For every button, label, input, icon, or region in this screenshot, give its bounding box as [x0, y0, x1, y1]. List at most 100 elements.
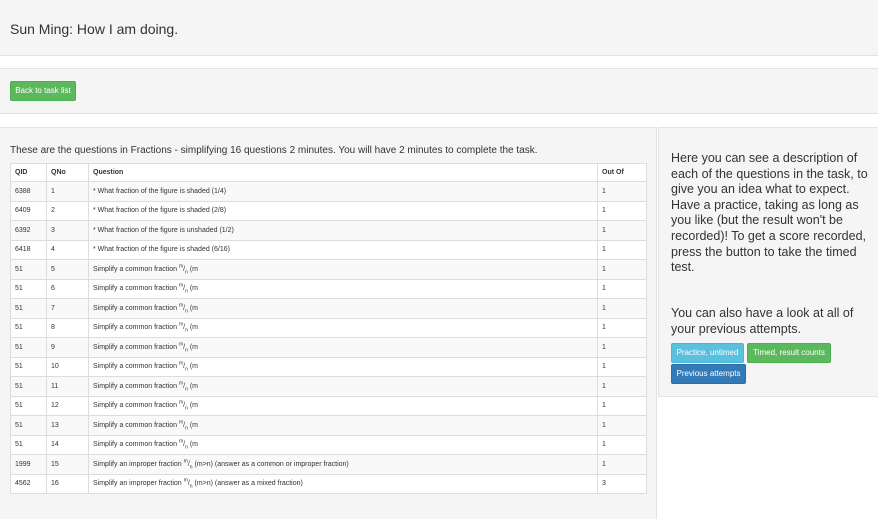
question-suffix: (m — [187, 363, 198, 371]
question-suffix: (m — [187, 421, 198, 429]
cell-qid: 51 — [10, 376, 47, 397]
back-to-task-list-button[interactable]: Back to task list — [10, 81, 76, 101]
cell-out-of: 1 — [597, 278, 647, 299]
cell-qid: 51 — [10, 395, 47, 416]
previous-attempts-button[interactable]: Previous attempts — [671, 364, 746, 384]
cell-qid: 51 — [10, 278, 47, 299]
cell-qid: 51 — [10, 337, 47, 358]
cell-out-of: 3 — [597, 473, 647, 494]
question-suffix: (m — [187, 441, 198, 449]
cell-qno: 14 — [46, 434, 89, 455]
column-header-question: Question — [88, 163, 598, 182]
table-row: 6418 4 * What fraction of the figure is sh… — [10, 239, 647, 260]
cell-qno: 2 — [46, 200, 89, 221]
cell-out-of: 1 — [597, 317, 647, 338]
table-row: 51 13 Simplify a common fraction m/n (m 1 — [10, 415, 647, 436]
cell-out-of: 1 — [597, 395, 647, 416]
cell-qid: 51 — [10, 259, 47, 280]
cell-qno: 12 — [46, 395, 89, 416]
previous-attempts-text: You can also have a look at all of your … — [671, 306, 854, 336]
question-text: Simplify a common fraction — [93, 363, 178, 371]
fraction-numerator: m — [183, 458, 188, 465]
column-header-out-of: Out Of — [597, 163, 647, 182]
cell-qno: 3 — [46, 220, 89, 241]
cell-qid: 6392 — [10, 220, 47, 241]
cell-qno: 15 — [46, 454, 89, 475]
fraction-numerator: m — [178, 380, 184, 387]
question-text: * What fraction of the figure is unshade… — [93, 226, 234, 234]
table-row: 51 9 Simplify a common fraction m/n (m 1 — [10, 337, 647, 358]
cell-question: * What fraction of the figure is shaded … — [88, 200, 598, 221]
question-text: * What fraction of the figure is shaded … — [93, 187, 227, 195]
question-text: Simplify a common fraction — [93, 324, 178, 332]
cell-out-of: 1 — [597, 220, 647, 241]
cell-question: Simplify an improper fraction m/n (m>n) … — [88, 473, 598, 494]
cell-out-of: 1 — [597, 454, 647, 475]
question-text: Simplify a common fraction — [93, 343, 178, 351]
question-text: Simplify a common fraction — [93, 421, 178, 429]
cell-qid: 6388 — [10, 181, 47, 202]
question-text: Simplify a common fraction — [93, 285, 178, 293]
fraction-numerator: m — [178, 282, 184, 289]
cell-qid: 51 — [10, 317, 47, 338]
cell-question: Simplify a common fraction m/n (m — [88, 317, 598, 338]
cell-question: Simplify an improper fraction m/n (m>n) … — [88, 454, 598, 475]
fraction-numerator: m — [178, 419, 184, 426]
cell-qno: 13 — [46, 415, 89, 436]
fraction-numerator: m — [178, 399, 184, 406]
question-suffix: (m>n) (answer as a common or improper fr… — [192, 460, 349, 468]
table-row: 51 6 Simplify a common fraction m/n (m 1 — [10, 278, 647, 299]
table-row: 51 11 Simplify a common fraction m/n (m 1 — [10, 376, 647, 397]
fraction-numerator: m — [178, 360, 184, 367]
cell-question: Simplify a common fraction m/n (m — [88, 395, 598, 416]
cell-qid: 6418 — [10, 239, 47, 260]
table-row: 6392 3 * What fraction of the figure is un… — [10, 220, 647, 241]
question-text: Simplify a common fraction — [93, 382, 178, 390]
cell-question: Simplify a common fraction m/n (m — [88, 376, 598, 397]
table-row: 6388 1 * What fraction of the figure is sh… — [10, 181, 647, 202]
fraction-numerator: m — [183, 477, 188, 484]
cell-out-of: 1 — [597, 415, 647, 436]
cell-out-of: 1 — [597, 181, 647, 202]
fraction-numerator: m — [178, 321, 184, 328]
cell-qid: 6409 — [10, 200, 47, 221]
fraction-numerator: m — [178, 263, 184, 270]
question-text: Simplify a common fraction — [93, 402, 178, 410]
cell-qid: 51 — [10, 415, 47, 436]
question-suffix: (m — [187, 402, 198, 410]
cell-qno: 16 — [46, 473, 89, 494]
cell-qid: 51 — [10, 298, 47, 319]
cell-qno: 10 — [46, 356, 89, 377]
cell-qno: 7 — [46, 298, 89, 319]
question-suffix: (m — [187, 304, 198, 312]
table-row: 4562 16 Simplify an improper fraction m/n … — [10, 473, 647, 494]
cell-qid: 1999 — [10, 454, 47, 475]
table-header-row: QID QNo Question Out Of — [10, 163, 647, 182]
question-suffix: (m — [187, 343, 198, 351]
cell-question: Simplify a common fraction m/n (m — [88, 337, 598, 358]
cell-qno: 1 — [46, 181, 89, 202]
question-text: * What fraction of the figure is shaded … — [93, 246, 230, 254]
cell-question: Simplify a common fraction m/n (m — [88, 298, 598, 319]
question-text: Simplify a common fraction — [93, 441, 178, 449]
cell-out-of: 1 — [597, 434, 647, 455]
cell-qno: 11 — [46, 376, 89, 397]
question-text: Simplify an improper fraction — [93, 480, 182, 488]
question-suffix: (m — [187, 285, 198, 293]
cell-qno: 4 — [46, 239, 89, 260]
practice-untimed-button[interactable]: Practice, untimed — [671, 343, 744, 363]
navigation-panel — [0, 68, 878, 114]
fraction-numerator: m — [178, 302, 184, 309]
timed-test-button[interactable]: Timed, result counts — [747, 343, 831, 363]
table-row: 51 10 Simplify a common fraction m/n (m 1 — [10, 356, 647, 377]
cell-qid: 51 — [10, 356, 47, 377]
cell-out-of: 1 — [597, 298, 647, 319]
table-row: 6409 2 * What fraction of the figure is sh… — [10, 200, 647, 221]
question-suffix: (m — [187, 324, 198, 332]
cell-qid: 51 — [10, 434, 47, 455]
fraction-numerator: m — [178, 438, 184, 445]
table-row: 51 5 Simplify a common fraction m/n (m 1 — [10, 259, 647, 280]
question-text: Simplify an improper fraction — [93, 460, 182, 468]
cell-question: Simplify a common fraction m/n (m — [88, 259, 598, 280]
question-suffix: (m — [187, 382, 198, 390]
